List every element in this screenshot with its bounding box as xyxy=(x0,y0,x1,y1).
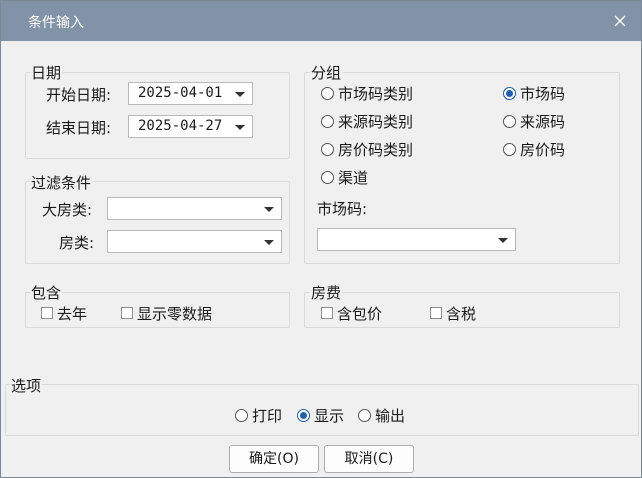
checkbox-label: 显示零数据 xyxy=(137,305,213,323)
start-date-picker[interactable]: 2025-04-01 xyxy=(128,82,253,105)
room-type-select[interactable] xyxy=(107,230,282,253)
market-code-label: 市场码: xyxy=(317,200,368,218)
checkbox-box xyxy=(430,307,442,319)
title-bar: 条件输入 xyxy=(1,1,641,41)
big-room-type-label: 大房类: xyxy=(42,201,93,219)
chevron-down-icon xyxy=(264,207,274,212)
filter-group-legend: 过滤条件 xyxy=(30,172,93,193)
checkbox-label: 去年 xyxy=(57,305,88,323)
radio-indicator xyxy=(321,143,334,156)
close-button[interactable] xyxy=(605,7,635,35)
radio-indicator xyxy=(503,87,516,100)
start-date-value: 2025-04-01 xyxy=(138,85,223,101)
radio-indicator xyxy=(235,409,248,422)
checkbox-box xyxy=(321,307,333,319)
checkbox-box xyxy=(121,307,133,319)
big-room-type-select[interactable] xyxy=(107,197,282,220)
chevron-down-icon xyxy=(498,238,508,243)
radio-label: 打印 xyxy=(252,407,283,425)
chevron-down-icon xyxy=(235,125,245,130)
condition-input-dialog: 条件输入 日期 开始日期: 2025-04-01 结束日期: 2025-04-2… xyxy=(0,0,642,478)
radio-indicator xyxy=(321,87,334,100)
end-date-label: 结束日期: xyxy=(46,119,112,137)
end-date-value: 2025-04-27 xyxy=(138,118,223,134)
radio-indicator xyxy=(503,143,516,156)
chevron-down-icon xyxy=(235,92,245,97)
date-group-legend: 日期 xyxy=(30,62,63,83)
checkbox-box xyxy=(41,307,53,319)
radio-indicator xyxy=(297,409,310,422)
fee-group-legend: 房费 xyxy=(310,282,343,303)
radio-indicator xyxy=(358,409,371,422)
checkbox-label: 含包价 xyxy=(337,305,383,323)
market-code-select[interactable] xyxy=(317,228,516,251)
chevron-down-icon xyxy=(264,240,274,245)
group-by-legend: 分组 xyxy=(310,62,343,83)
radio-indicator xyxy=(321,115,334,128)
end-date-picker[interactable]: 2025-04-27 xyxy=(128,115,253,138)
radio-label: 房价码 xyxy=(520,141,566,159)
radio-indicator xyxy=(321,171,334,184)
checkbox-label: 含税 xyxy=(446,305,477,323)
radio-label: 市场码 xyxy=(520,85,566,103)
radio-label: 输出 xyxy=(375,407,406,425)
dialog-title: 条件输入 xyxy=(28,15,84,31)
cancel-button[interactable]: 取消(C) xyxy=(324,445,414,473)
radio-label: 房价码类别 xyxy=(338,141,414,159)
radio-label: 市场码类别 xyxy=(338,85,414,103)
options-group-legend: 选项 xyxy=(10,375,43,396)
start-date-label: 开始日期: xyxy=(46,86,112,104)
radio-label: 渠道 xyxy=(338,169,369,187)
radio-label: 来源码类别 xyxy=(338,113,414,131)
ok-button[interactable]: 确定(O) xyxy=(229,445,319,473)
radio-label: 显示 xyxy=(314,407,345,425)
radio-label: 来源码 xyxy=(520,113,566,131)
radio-indicator xyxy=(503,115,516,128)
room-type-label: 房类: xyxy=(59,234,95,252)
close-icon xyxy=(614,15,626,27)
include-group-legend: 包含 xyxy=(30,282,63,303)
